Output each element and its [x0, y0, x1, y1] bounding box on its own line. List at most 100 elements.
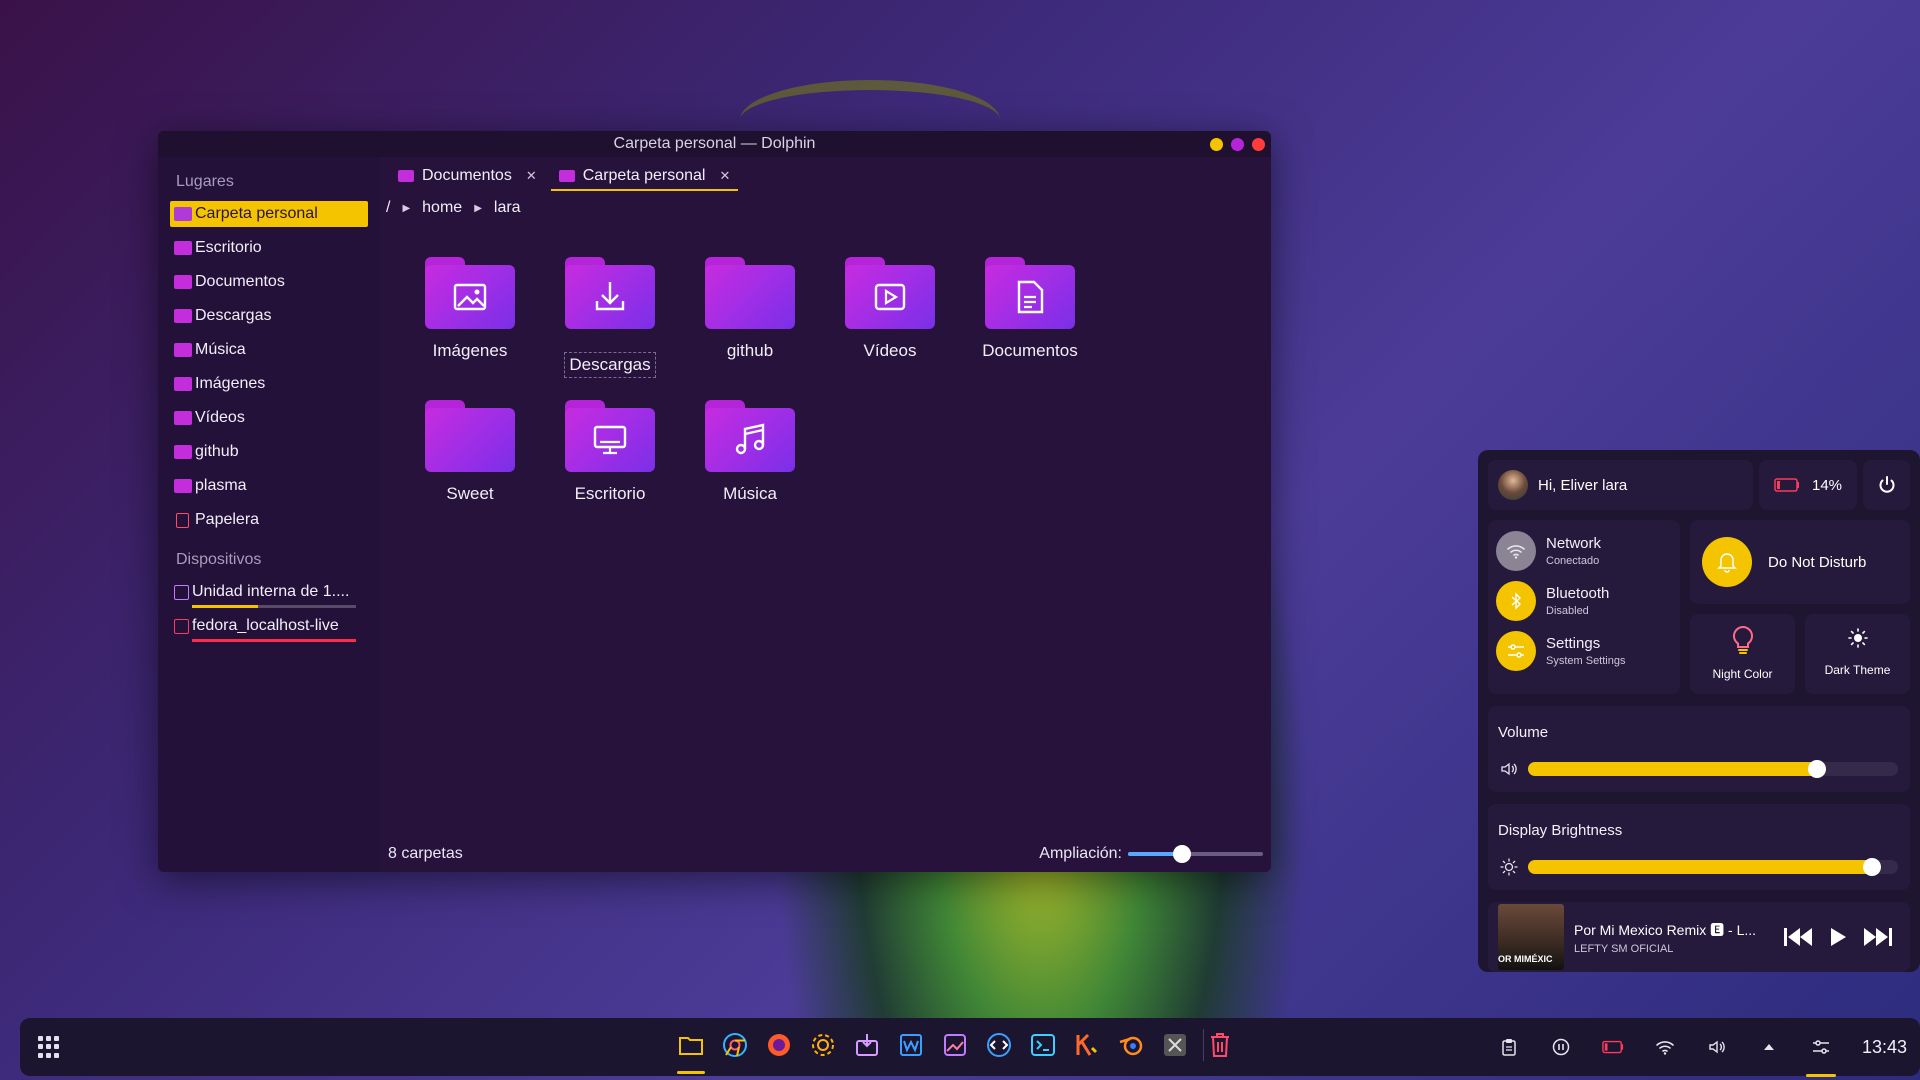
image-viewer-icon[interactable]	[939, 1029, 971, 1061]
zoom-slider[interactable]	[1128, 845, 1263, 863]
avatar	[1498, 470, 1528, 500]
folder-label: Documentos	[982, 341, 1078, 360]
folder-icon	[985, 257, 1075, 329]
active-indicator	[1806, 1074, 1836, 1077]
folder-icon	[398, 170, 414, 182]
x-app-icon[interactable]	[1159, 1029, 1191, 1061]
speaker-icon[interactable]	[1500, 760, 1518, 778]
close-tab-icon[interactable]: ✕	[526, 168, 537, 184]
sun-icon[interactable]	[1500, 858, 1518, 876]
folder-icon	[565, 400, 655, 472]
vscode-icon[interactable]	[983, 1029, 1015, 1061]
volume-icon[interactable]	[1706, 1036, 1728, 1058]
sidebar-item-github[interactable]: github	[170, 439, 368, 465]
device-usage-bar	[192, 605, 356, 608]
removable-drive-icon	[174, 618, 189, 634]
trash-icon[interactable]	[1203, 1029, 1235, 1061]
system-tray: 13:43	[1498, 1018, 1907, 1077]
sidebar-item-documentos[interactable]: Documentos	[170, 269, 368, 295]
device-label: Unidad interna de 1....	[192, 583, 350, 600]
dolphin-icon[interactable]	[675, 1029, 707, 1074]
previous-track-icon[interactable]	[1782, 926, 1814, 948]
maximize-button[interactable]	[1231, 138, 1244, 151]
media-player-card: OR MIMÉXIC Por Mi Mexico Remix 🅴 - L... …	[1488, 902, 1910, 972]
user-card[interactable]: Hi, Eliver lara	[1488, 460, 1753, 510]
sidebar-item-im-genes[interactable]: Imágenes	[170, 371, 368, 397]
folder-item-sweet[interactable]: Sweet	[400, 400, 540, 504]
sidebar-item-carpeta-personal[interactable]: Carpeta personal	[170, 201, 368, 227]
videos-folder-icon	[174, 411, 192, 425]
folder-item-m-sica[interactable]: Música	[680, 400, 820, 504]
task-manager	[675, 1029, 1235, 1074]
folder-label-wrap: Sweet	[400, 484, 540, 504]
play-icon[interactable]	[1828, 926, 1848, 948]
blender-icon[interactable]	[1115, 1029, 1147, 1061]
volume-slider-handle[interactable]	[1807, 760, 1826, 778]
brightness-slider[interactable]	[1528, 858, 1898, 876]
clock[interactable]: 13:43	[1862, 1037, 1907, 1058]
kdenlive-icon[interactable]	[1071, 1029, 1103, 1061]
folder-label: Música	[723, 484, 777, 503]
folder-icon	[558, 170, 575, 182]
battery-icon[interactable]	[1602, 1036, 1624, 1058]
zoom-slider-handle[interactable]	[1173, 845, 1191, 863]
minimize-button[interactable]	[1210, 138, 1223, 151]
document-icon	[1017, 280, 1044, 314]
folder-item-escritorio[interactable]: Escritorio	[540, 400, 680, 504]
folder-icon	[425, 257, 515, 329]
device-item[interactable]: Unidad interna de 1....	[170, 579, 368, 608]
folder-item-github[interactable]: github	[680, 257, 820, 361]
media-pause-icon[interactable]	[1550, 1036, 1572, 1058]
folder-item-descargas[interactable]: Descargas	[540, 257, 680, 378]
app-launcher-icon[interactable]	[38, 1036, 60, 1058]
music-folder-icon	[174, 343, 192, 357]
tab-documentos[interactable]: Documentos ✕	[390, 161, 545, 191]
folder-item-documentos[interactable]: Documentos	[960, 257, 1100, 361]
battery-card[interactable]: 14%	[1759, 460, 1857, 510]
wifi-icon[interactable]	[1654, 1036, 1676, 1058]
writer-icon[interactable]	[895, 1029, 927, 1061]
breadcrumb-home[interactable]: home	[422, 199, 462, 217]
breadcrumb-root[interactable]: /	[386, 199, 390, 217]
clipboard-icon[interactable]	[1498, 1036, 1520, 1058]
sidebar-item-v-deos[interactable]: Vídeos	[170, 405, 368, 431]
device-item[interactable]: fedora_localhost-live	[170, 613, 368, 642]
breadcrumb[interactable]: / ▶ home ▶ lara	[380, 191, 1271, 225]
sidebar-item-label: Música	[195, 341, 246, 358]
breadcrumb-lara[interactable]: lara	[494, 199, 521, 217]
title-bar[interactable]: Carpeta personal — Dolphin	[158, 131, 1271, 157]
sidebar-item-escritorio[interactable]: Escritorio	[170, 235, 368, 261]
chrome-icon[interactable]	[719, 1029, 751, 1061]
folder-item-im-genes[interactable]: Imágenes	[400, 257, 540, 361]
bluetooth-toggle[interactable]: Bluetooth Disabled	[1488, 576, 1680, 626]
expand-tray-icon[interactable]	[1758, 1036, 1780, 1058]
status-bar: 8 carpetas Ampliación:	[388, 842, 1263, 866]
folder-item-v-deos[interactable]: Vídeos	[820, 257, 960, 361]
sidebar-item-papelera[interactable]: Papelera	[170, 507, 368, 533]
discover-icon[interactable]	[851, 1029, 883, 1061]
dark-theme-toggle[interactable]: Dark Theme	[1805, 614, 1910, 694]
settings-shortcut[interactable]: Settings System Settings	[1488, 626, 1680, 676]
brightness-slider-handle[interactable]	[1863, 858, 1882, 876]
power-button[interactable]	[1863, 460, 1910, 510]
tab-carpeta-personal[interactable]: Carpeta personal ✕	[550, 161, 739, 191]
close-tab-icon[interactable]: ✕	[719, 168, 730, 184]
sidebar-item-descargas[interactable]: Descargas	[170, 303, 368, 329]
close-button[interactable]	[1252, 138, 1265, 151]
volume-slider[interactable]	[1528, 760, 1898, 778]
window-title: Carpeta personal — Dolphin	[613, 135, 816, 152]
night-color-toggle[interactable]: Night Color	[1690, 614, 1795, 694]
system-settings-icon[interactable]	[807, 1029, 839, 1061]
places-panel: Lugares Carpeta personal Escritorio Docume…	[158, 157, 380, 872]
network-toggle[interactable]: Network Conectado	[1488, 526, 1680, 576]
folder-icon	[174, 479, 192, 493]
control-center-icon[interactable]	[1806, 1036, 1836, 1077]
terminal-icon[interactable]	[1027, 1029, 1059, 1061]
sidebar-item-m-sica[interactable]: Música	[170, 337, 368, 363]
firefox-icon[interactable]	[763, 1029, 795, 1061]
next-track-icon[interactable]	[1862, 926, 1894, 948]
sidebar-item-plasma[interactable]: plasma	[170, 473, 368, 499]
do-not-disturb-toggle[interactable]: Do Not Disturb	[1690, 520, 1910, 604]
brightness-slider-fill	[1528, 860, 1873, 874]
wifi-icon	[1496, 531, 1536, 571]
